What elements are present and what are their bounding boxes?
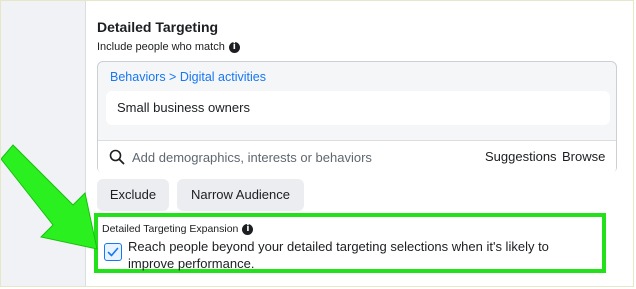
- targeting-search-input[interactable]: [132, 146, 462, 168]
- browse-button[interactable]: Browse: [562, 149, 605, 164]
- subtitle-text: Include people who match: [97, 41, 225, 53]
- expansion-description: Reach people beyond your detailed target…: [128, 239, 549, 271]
- suggestions-button[interactable]: Suggestions: [485, 149, 557, 164]
- info-icon[interactable]: i: [242, 223, 254, 235]
- targeting-box: Behaviors > Digital activities Small bus…: [97, 61, 617, 174]
- green-arrow-icon: [1, 144, 98, 250]
- targeting-search-row: Suggestions Browse: [98, 140, 616, 174]
- info-icon[interactable]: i: [228, 41, 240, 53]
- expansion-label: Detailed Targeting Expansion i: [102, 223, 254, 235]
- targeting-expansion-highlight: Detailed Targeting Expansion i Reach peo…: [94, 213, 606, 273]
- category-breadcrumb[interactable]: Behaviors > Digital activities: [110, 70, 266, 84]
- section-title: Detailed Targeting: [97, 19, 219, 35]
- detailed-targeting-panel: Detailed Targeting Include people who ma…: [86, 1, 631, 286]
- search-icon: [109, 149, 125, 165]
- selected-targeting-item[interactable]: Small business owners: [106, 91, 610, 125]
- section-subtitle: Include people who match i: [97, 41, 240, 53]
- narrow-audience-button[interactable]: Narrow Audience: [177, 179, 304, 211]
- expansion-label-text: Detailed Targeting Expansion: [102, 223, 239, 235]
- screenshot-frame: Detailed Targeting Include people who ma…: [0, 0, 634, 287]
